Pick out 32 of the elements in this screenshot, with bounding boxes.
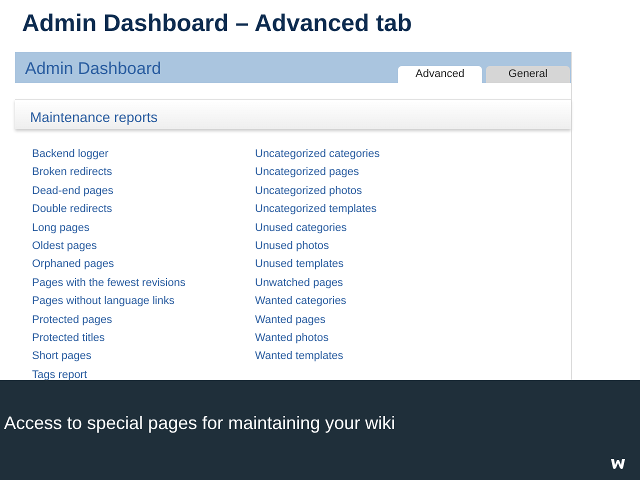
report-link[interactable]: Uncategorized categories <box>255 145 380 164</box>
report-link[interactable]: Wanted templates <box>255 347 344 366</box>
report-link[interactable]: Wanted categories <box>255 292 346 311</box>
report-link[interactable]: Orphaned pages <box>32 255 114 274</box>
report-link[interactable]: Tags report <box>32 366 88 384</box>
dashboard-title: Admin Dashboard <box>24 58 162 80</box>
report-link[interactable]: Double redirects <box>32 200 112 219</box>
report-link[interactable]: Wanted photos <box>255 329 329 348</box>
slide-title: Admin Dashboard – Advanced tab <box>21 9 413 39</box>
report-link[interactable]: Unwatched pages <box>255 274 344 292</box>
report-link[interactable]: Short pages <box>32 347 92 366</box>
report-link[interactable]: Broken redirects <box>32 163 112 182</box>
report-link[interactable]: Wanted pages <box>255 310 326 330</box>
report-link[interactable]: Protected titles <box>32 329 105 348</box>
report-link[interactable]: Protected pages <box>32 310 112 330</box>
report-link[interactable]: Uncategorized templates <box>255 200 377 219</box>
report-link[interactable]: Uncategorized photos <box>255 182 362 200</box>
report-link[interactable]: Backend logger <box>32 145 108 164</box>
report-link[interactable]: Dead-end pages <box>32 182 114 200</box>
report-link[interactable]: Pages with the fewest revisions <box>32 274 186 292</box>
tab[interactable]: Advanced <box>398 66 482 83</box>
report-link[interactable]: Oldest pages <box>32 237 97 256</box>
logo-icon <box>610 458 626 470</box>
report-link[interactable]: Unused categories <box>255 218 347 238</box>
report-link[interactable]: Long pages <box>32 218 90 238</box>
tab[interactable]: General <box>486 66 570 83</box>
report-link[interactable]: Pages without language links <box>32 292 174 311</box>
section-title: Maintenance reports <box>30 109 158 125</box>
report-link[interactable]: Unused photos <box>255 237 329 256</box>
caption: Access to special pages for maintaining your wiki <box>4 412 396 435</box>
report-link[interactable]: Uncategorized pages <box>255 163 359 182</box>
report-link[interactable]: Unused templates <box>255 255 344 274</box>
